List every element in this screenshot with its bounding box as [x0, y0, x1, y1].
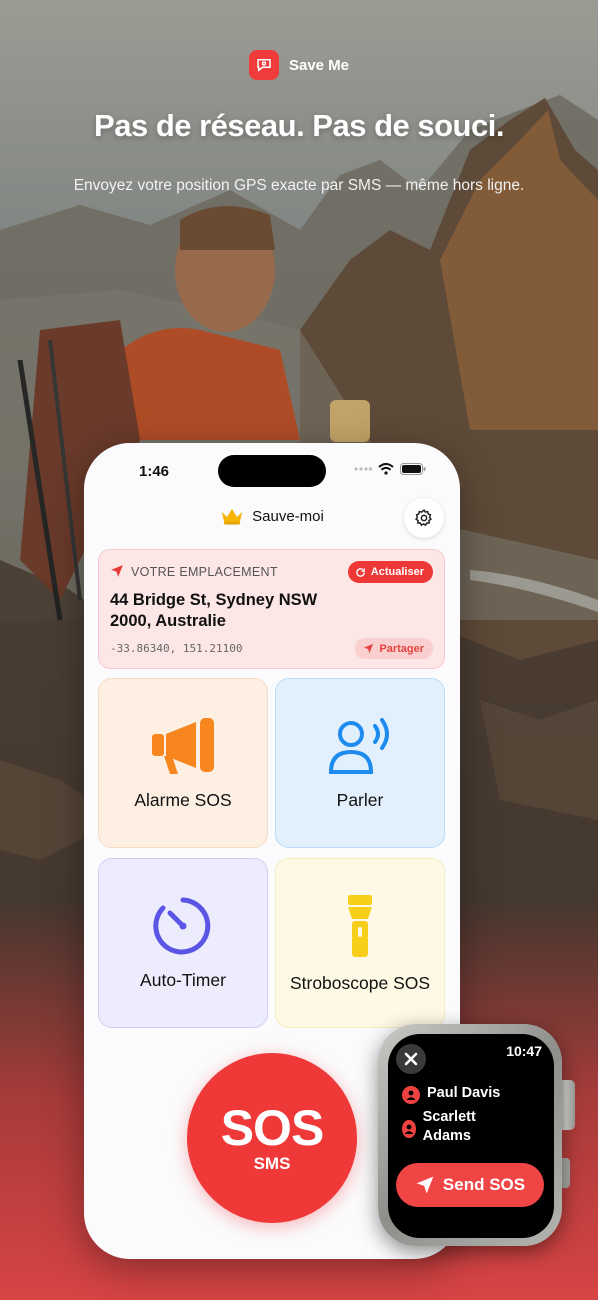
wifi-icon: [378, 463, 394, 475]
crown-icon: [222, 509, 243, 525]
watch-contact[interactable]: Scarlett Adams: [402, 1108, 502, 1146]
location-card: VOTRE EMPLACEMENT Actualiser 44 Bridge S…: [98, 549, 445, 669]
refresh-button[interactable]: Actualiser: [347, 561, 433, 583]
sos-sms-button[interactable]: SOS SMS: [187, 1053, 357, 1223]
sos-sub-label: SMS: [253, 1154, 291, 1173]
close-icon: [404, 1052, 418, 1066]
megaphone-icon: [152, 717, 214, 774]
send-sos-label: Send SOS: [442, 1175, 526, 1194]
headline: Pas de réseau. Pas de souci.: [94, 108, 504, 143]
signal-icon: [354, 467, 372, 471]
contact-name: Scarlett Adams: [422, 1109, 476, 1144]
send-sos-button[interactable]: Send SOS: [396, 1163, 544, 1207]
subheadline: Envoyez votre position GPS exacte par SM…: [73, 177, 525, 194]
brand-name: Save Me: [288, 56, 350, 74]
speak-label: Parler: [336, 789, 384, 810]
gear-icon: [415, 508, 432, 527]
person-icon: [402, 1086, 420, 1104]
status-icons: [354, 463, 426, 475]
location-arrow-icon: [111, 565, 123, 577]
location-coordinates: -33.86340, 151.21100: [110, 642, 243, 655]
share-button[interactable]: Partager: [355, 638, 433, 659]
person-icon: [402, 1120, 416, 1138]
battery-icon: [400, 463, 426, 475]
location-address: 44 Bridge St, Sydney NSW 2000, Australie: [110, 591, 318, 630]
strobe-sos-label: Stroboscope SOS: [289, 972, 431, 993]
app-title: Sauve-moi: [252, 507, 324, 525]
alarm-sos-tile[interactable]: Alarme SOS: [98, 678, 268, 848]
close-button[interactable]: [396, 1044, 426, 1074]
sos-label: SOS: [220, 1100, 325, 1156]
location-label: VOTRE EMPLACEMENT: [131, 565, 278, 579]
timer-icon: [153, 897, 211, 954]
settings-button[interactable]: [404, 498, 444, 538]
alarm-sos-label: Alarme SOS: [134, 789, 232, 810]
dynamic-island: [218, 455, 326, 487]
auto-timer-label: Auto-Timer: [140, 969, 226, 990]
status-time: 1:46: [139, 463, 170, 480]
refresh-label: Actualiser: [370, 566, 424, 578]
send-icon: [416, 1176, 434, 1194]
strobe-sos-tile[interactable]: Stroboscope SOS: [275, 858, 445, 1028]
brand: Save Me: [0, 50, 598, 80]
person-speaking-icon: [328, 717, 389, 774]
share-label: Partager: [379, 642, 424, 655]
speak-tile[interactable]: Parler: [275, 678, 445, 848]
auto-timer-tile[interactable]: Auto-Timer: [98, 858, 268, 1028]
chat-location-icon: [248, 50, 279, 80]
watch-contact[interactable]: Paul Davis: [402, 1084, 500, 1104]
watch-time: 10:47: [506, 1043, 542, 1059]
watch-screen: 10:47 Paul Davis Scarlett Adams Send SOS: [388, 1034, 554, 1238]
refresh-icon: [355, 567, 365, 577]
contact-name: Paul Davis: [427, 1085, 501, 1101]
send-icon: [364, 643, 374, 654]
flashlight-icon: [348, 894, 372, 957]
